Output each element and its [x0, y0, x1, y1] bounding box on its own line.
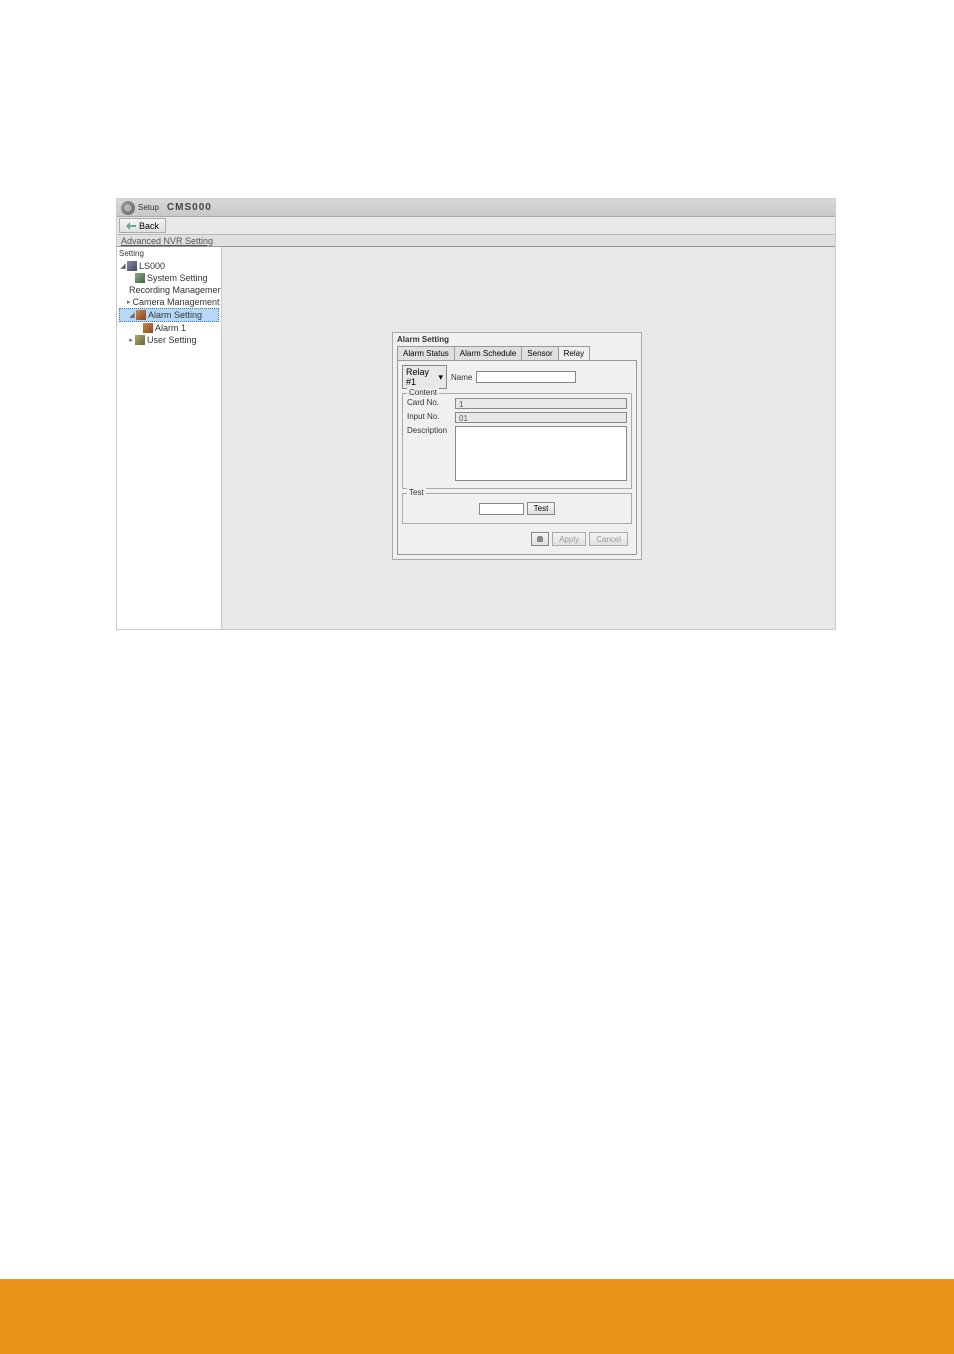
name-label: Name	[451, 373, 472, 382]
system-icon	[135, 273, 145, 283]
description-row: Description	[407, 426, 627, 481]
back-arrow-icon	[126, 222, 136, 230]
advanced-nvr-link[interactable]: Advanced NVR Setting	[117, 235, 835, 247]
tab-bar: Alarm Status Alarm Schedule Sensor Relay	[393, 346, 641, 360]
toolbar: Back	[117, 217, 835, 235]
cancel-button[interactable]: Cancel	[589, 532, 628, 546]
settings-icon-button[interactable]	[531, 532, 549, 546]
setup-icon	[121, 201, 135, 215]
tab-sensor[interactable]: Sensor	[521, 346, 558, 360]
tree-item-recording[interactable]: Recording Management	[119, 284, 219, 296]
back-label: Back	[139, 221, 159, 231]
content-area: Alarm Setting Alarm Status Alarm Schedul…	[222, 247, 835, 629]
tree-item-alarm1[interactable]: Alarm 1	[119, 322, 219, 334]
tree-collapse-icon[interactable]: ◢	[119, 262, 127, 270]
description-textarea[interactable]	[455, 426, 627, 481]
card-no-row: Card No. 1	[407, 398, 627, 409]
footer-bar	[0, 1279, 954, 1354]
server-icon	[127, 261, 137, 271]
input-no-label: Input No.	[407, 412, 455, 421]
tree-collapse-icon[interactable]: ◢	[128, 311, 136, 319]
back-button[interactable]: Back	[119, 218, 166, 233]
chevron-down-icon: ▾	[438, 372, 443, 383]
main-content: Setting ◢ LS000 System Setting Recording…	[117, 247, 835, 629]
sidebar: Setting ◢ LS000 System Setting Recording…	[117, 247, 222, 629]
tab-alarm-status[interactable]: Alarm Status	[397, 346, 455, 360]
setup-label: Setup	[138, 203, 159, 212]
tab-content: Relay #1 ▾ Name Content Card No. 1	[397, 360, 637, 555]
content-fieldset: Content Card No. 1 Input No. 01	[402, 393, 632, 489]
button-row: Apply Cancel	[402, 528, 632, 550]
tab-alarm-schedule[interactable]: Alarm Schedule	[454, 346, 522, 360]
gear-icon	[535, 534, 545, 544]
relay-selector-row: Relay #1 ▾ Name	[402, 365, 632, 389]
sidebar-header: Setting	[119, 249, 219, 258]
card-no-field: 1	[455, 398, 627, 409]
tree-expand-icon[interactable]: ▸	[127, 336, 135, 344]
tree-item-camera[interactable]: ▸ Camera Management	[119, 296, 219, 308]
test-legend: Test	[407, 488, 426, 497]
content-legend: Content	[407, 388, 439, 397]
tree-item-system[interactable]: System Setting	[119, 272, 219, 284]
test-button[interactable]: Test	[527, 502, 556, 515]
input-no-row: Input No. 01	[407, 412, 627, 423]
relay-name-input[interactable]	[476, 371, 576, 383]
alarm-setting-panel: Alarm Setting Alarm Status Alarm Schedul…	[392, 332, 642, 560]
app-title: CMS000	[167, 202, 212, 213]
tab-relay[interactable]: Relay	[558, 346, 590, 360]
alarm-sub-icon	[143, 323, 153, 333]
description-label: Description	[407, 426, 455, 435]
test-input[interactable]	[479, 503, 524, 515]
tree-item-alarm[interactable]: ◢ Alarm Setting	[119, 308, 219, 322]
user-icon	[135, 335, 145, 345]
test-fieldset: Test Test	[402, 493, 632, 524]
tree-root[interactable]: ◢ LS000	[119, 260, 219, 272]
tree-expand-icon[interactable]: ▸	[127, 298, 131, 306]
app-window: Setup CMS000 Back Advanced NVR Setting S…	[116, 198, 836, 630]
relay-dropdown[interactable]: Relay #1 ▾	[402, 365, 447, 389]
alarm-icon	[136, 310, 146, 320]
panel-title: Alarm Setting	[393, 333, 641, 346]
input-no-field: 01	[455, 412, 627, 423]
tree-item-user[interactable]: ▸ User Setting	[119, 334, 219, 346]
card-no-label: Card No.	[407, 398, 455, 407]
test-row: Test	[407, 498, 627, 519]
apply-button[interactable]: Apply	[552, 532, 586, 546]
title-bar: Setup CMS000	[117, 199, 835, 217]
